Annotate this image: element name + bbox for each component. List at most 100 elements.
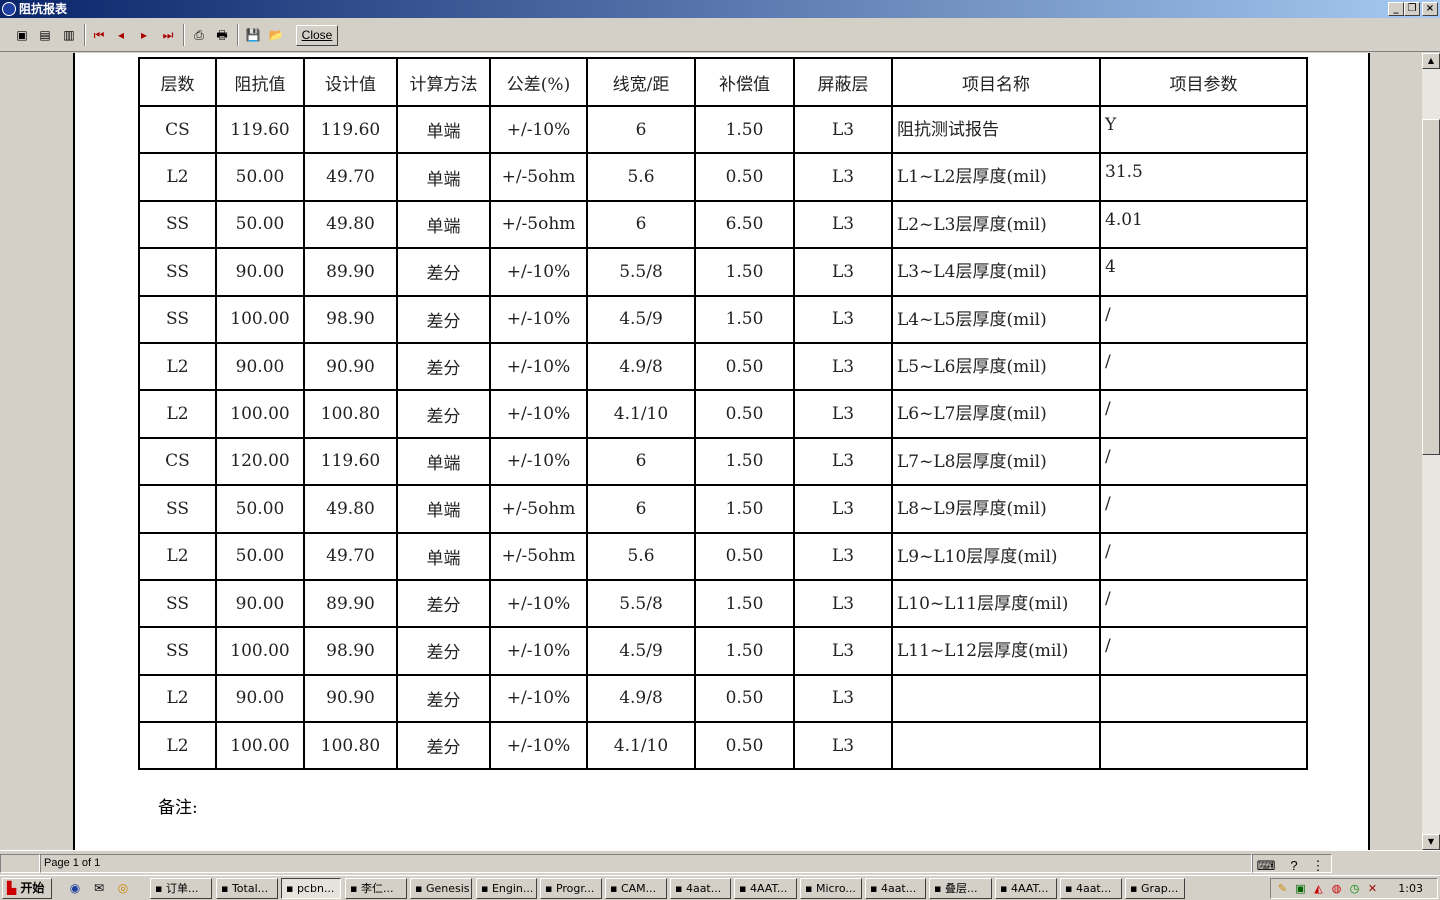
impedance-table: 层数 阻抗值 设计值 计算方法 公差(%) 线宽/距 补偿值 屏蔽层 项目名称 … — [138, 57, 1308, 771]
print-setup-icon[interactable]: ⎙ — [189, 26, 209, 44]
table-row: L2 100.00 100.80 差分 +/-10% 4.1/10 0.50 L3 L6~L7层… — [138, 389, 1308, 439]
taskbar-button[interactable]: ▪ 李仁... — [345, 878, 407, 899]
table-cell: L3 — [793, 673, 893, 724]
vertical-scrollbar[interactable]: ▲ ▼ — [1422, 53, 1440, 850]
help-icon[interactable]: ? — [1283, 856, 1305, 876]
table-cell: +/-5ohm — [489, 531, 588, 581]
task-app-icon: ▪ — [350, 882, 361, 895]
taskbar-button[interactable]: ▪ 4aat... — [670, 878, 731, 899]
table-cell: 6 — [586, 199, 696, 250]
start-label: 开始 — [20, 881, 45, 895]
browser-icon[interactable]: ◉ — [66, 879, 84, 897]
taskbar-button[interactable]: ▪ Genesis — [410, 878, 472, 899]
table-cell: 1.50 — [694, 294, 795, 344]
tray-clock-icon[interactable]: ◷ — [1347, 881, 1362, 896]
close-button[interactable]: Close — [296, 25, 338, 46]
task-app-icon: ▪ — [805, 882, 816, 895]
keyboard-icon[interactable]: ⌨ — [1255, 856, 1277, 876]
table-cell: 6 — [586, 436, 696, 487]
first-page-icon[interactable]: ⏮ — [89, 26, 109, 44]
taskbar-button[interactable]: ▪ 4aat... — [865, 878, 926, 899]
last-page-icon[interactable]: ⏭ — [158, 26, 178, 44]
tray-x-icon[interactable]: ✕ — [1365, 881, 1380, 896]
table-row: SS 90.00 89.90 差分 +/-10% 5.5/8 1.50 L3 L3~L4层厚度(… — [138, 247, 1308, 297]
table-cell: 差分 — [396, 673, 491, 724]
table-cell: 阻抗测试报告 — [891, 104, 1101, 155]
table-cell: / — [1099, 294, 1308, 344]
close-window-button[interactable]: × — [1422, 2, 1438, 16]
scroll-down-icon[interactable]: ▼ — [1422, 834, 1440, 850]
taskbar: ▙ 开始 ◉ ✉ ◎ ▪ 订单... ▪ Total... ▪ pcbn... ▪ 李… — [0, 875, 1440, 900]
table-cell: +/-10% — [489, 626, 588, 676]
taskbar-button[interactable]: ▪ Progr... — [540, 878, 602, 899]
task-label: Micro... — [815, 882, 856, 895]
taskbar-button[interactable]: ▪ 4aat... — [1060, 878, 1122, 899]
taskbar-button[interactable]: ▪ 4AAT... — [734, 878, 797, 899]
column-header: 线宽/距 — [586, 57, 696, 107]
outlook-icon[interactable]: ✉ — [90, 879, 108, 897]
table-cell: CS — [138, 436, 217, 487]
open-icon[interactable]: 📂 — [266, 26, 286, 44]
table-cell: 4.01 — [1099, 199, 1308, 250]
task-app-icon: ▪ — [934, 882, 945, 895]
table-cell: 90.00 — [215, 341, 305, 392]
table-cell: 90.00 — [215, 578, 305, 629]
table-row: SS 100.00 98.90 差分 +/-10% 4.5/9 1.50 L3 L4~L5层厚度… — [138, 294, 1308, 344]
quicklaunch-app-icon[interactable]: ◎ — [114, 879, 132, 897]
restore-button[interactable]: ❐ — [1404, 2, 1420, 16]
table-cell — [1099, 721, 1308, 771]
taskbar-button[interactable]: ▪ 4AAT... — [995, 878, 1057, 899]
table-cell: 4.1/10 — [586, 721, 696, 771]
view-multi-page-icon[interactable]: ▤ — [35, 26, 55, 44]
start-button[interactable]: ▙ 开始 — [2, 878, 52, 899]
taskbar-button[interactable]: ▪ 订单... — [150, 878, 212, 899]
taskbar-button[interactable]: ▪ Total... — [216, 878, 278, 899]
table-cell: +/-5ohm — [489, 152, 588, 202]
table-cell: 50.00 — [215, 199, 305, 250]
table-cell: +/-10% — [489, 247, 588, 297]
tray-monitor-icon[interactable]: ▣ — [1293, 881, 1308, 896]
column-header: 公差(%) — [489, 57, 588, 107]
task-label: 订单... — [165, 882, 199, 895]
scroll-thumb[interactable] — [1422, 119, 1440, 455]
taskbar-button[interactable]: ▪ Engin... — [476, 878, 537, 899]
table-cell: 单端 — [396, 152, 491, 202]
report-viewport: 层数 阻抗值 设计值 计算方法 公差(%) 线宽/距 补偿值 屏蔽层 项目名称 … — [0, 53, 1422, 850]
table-cell: 1.50 — [694, 626, 795, 676]
tray-volume-icon[interactable]: ◍ — [1329, 881, 1344, 896]
column-header: 屏蔽层 — [793, 57, 893, 107]
table-cell: L3 — [793, 578, 893, 629]
taskbar-button[interactable]: ▪ Micro... — [800, 878, 862, 899]
table-cell: +/-10% — [489, 341, 588, 392]
next-page-icon[interactable]: ▸ — [134, 26, 154, 44]
table-row: SS 100.00 98.90 差分 +/-10% 4.5/9 1.50 L3 L11~L12层… — [138, 626, 1308, 676]
table-cell: L2~L3层厚度(mil) — [891, 199, 1101, 250]
table-cell: L3 — [793, 436, 893, 487]
taskbar-button[interactable]: ▪ CAM... — [605, 878, 667, 899]
view-fit-icon[interactable]: ▥ — [59, 26, 79, 44]
column-header: 项目参数 — [1099, 57, 1308, 107]
prev-page-icon[interactable]: ◂ — [111, 26, 131, 44]
scroll-up-icon[interactable]: ▲ — [1422, 53, 1440, 69]
taskbar-button[interactable]: ▪ 叠层... — [929, 878, 992, 899]
table-cell: 100.80 — [303, 389, 398, 439]
tray-chart-icon[interactable]: ◭ — [1311, 881, 1326, 896]
tray-pen-icon[interactable]: ✎ — [1275, 881, 1290, 896]
taskbar-button[interactable]: ▪ pcbn... — [281, 878, 341, 899]
table-row: SS 90.00 89.90 差分 +/-10% 5.5/8 1.50 L3 L10~L11层厚… — [138, 578, 1308, 629]
report-page: 层数 阻抗值 设计值 计算方法 公差(%) 线宽/距 补偿值 屏蔽层 项目名称 … — [73, 53, 1370, 850]
minimize-button[interactable]: _ — [1388, 2, 1404, 16]
save-icon[interactable]: 💾 — [243, 26, 263, 44]
print-icon[interactable]: 🖶 — [212, 26, 232, 44]
table-cell: L3 — [793, 389, 893, 439]
table-cell: 1.50 — [694, 484, 795, 534]
taskbar-button[interactable]: ▪ Grap... — [1125, 878, 1185, 899]
view-single-page-icon[interactable]: ▣ — [12, 26, 32, 44]
table-cell: 90.90 — [303, 341, 398, 392]
table-cell: 差分 — [396, 389, 491, 439]
task-label: 李仁... — [360, 882, 394, 895]
table-cell: SS — [138, 199, 217, 250]
table-cell: 5.5/8 — [586, 578, 696, 629]
more-options-icon[interactable]: ⋮ — [1307, 856, 1329, 876]
task-label: Engin... — [491, 882, 534, 895]
